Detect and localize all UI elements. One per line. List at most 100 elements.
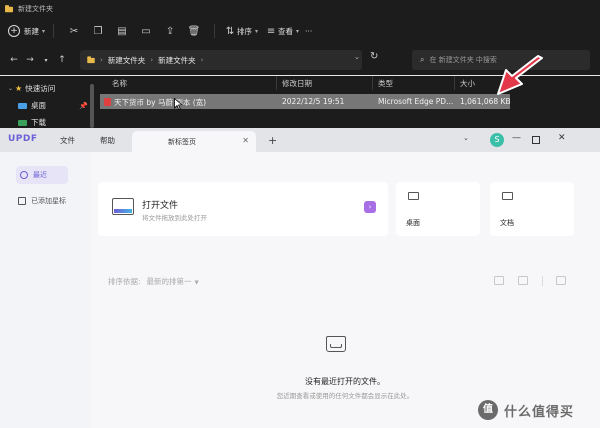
sidebar-item-label: 桌面 [31,101,46,110]
new-tab-plus-icon[interactable]: + [268,134,277,147]
updf-tabbar: UPDF 文件 帮助 新标签页 ✕ + ⌄ S — ✕ [0,128,600,152]
documents-card[interactable]: 文档 [490,182,574,236]
trash-icon[interactable] [556,276,566,285]
open-folder-icon [112,198,134,215]
open-file-card[interactable]: 打开文件 将文件拖放到此处打开 › [98,182,388,236]
chevron-down-icon: ⌄ [8,85,14,92]
clock-icon [20,171,28,179]
back-arrow-icon[interactable]: ← [6,55,22,65]
forward-arrow-icon[interactable]: → [22,55,38,65]
star-icon: ★ [15,84,23,93]
paste-icon[interactable]: ▤ [110,26,134,37]
nav-item-label: 最近 [33,171,47,179]
red-arrow-annotation-icon [497,55,543,95]
breadcrumb-separator: › [150,56,154,64]
breadcrumb-item[interactable]: 新建文件夹 [108,55,146,66]
column-header-modified[interactable]: 修改日期 [282,78,312,89]
close-icon[interactable]: ✕ [242,136,249,145]
list-view-icon[interactable] [494,276,504,285]
delete-icon[interactable]: 🗑 [182,26,206,37]
avatar[interactable]: S [490,133,504,147]
search-placeholder: 在 新建文件夹 中搜索 [429,56,497,64]
explorer-window-title: 新建文件夹 [18,5,53,13]
toolbar-divider [542,276,543,286]
maximize-icon[interactable] [532,136,540,144]
address-bar[interactable]: › 新建文件夹 › 新建文件夹 › [80,50,362,70]
tab-new[interactable]: 新标签页 ✕ [132,131,256,152]
desktop-card[interactable]: 桌面 [396,182,480,236]
menu-file[interactable]: 文件 [60,135,75,146]
cut-icon[interactable]: ✂ [62,26,86,37]
empty-state-subtitle: 您近期查看或使用的任何文件都会显示在此处。 [276,392,414,400]
sidebar-scrollbar[interactable] [90,84,94,128]
refresh-icon[interactable]: ↻ [370,51,378,62]
star-icon [18,197,26,205]
breadcrumb-separator: › [200,56,204,64]
nav-item-starred[interactable]: 已添加星标 [14,192,70,210]
column-divider[interactable] [454,76,455,90]
copy-icon[interactable]: ❐ [86,26,110,37]
open-file-arrow-button[interactable]: › [364,201,376,213]
chevron-down-icon: ▼ [194,280,199,286]
sort-control[interactable]: 排序依据: 最新的排第一 ▼ [108,276,199,287]
toolbar-divider [53,24,55,38]
watermark: 值 什么值得买 [478,400,574,420]
toolbar-divider [214,24,216,38]
desktop-icon [18,102,27,109]
nav-item-recent[interactable]: 最近 [16,166,68,184]
file-name-cell: 天下货币 by 马蔚 剧本 (宽) [104,97,206,108]
file-name: 天下货币 by 马蔚 剧本 (宽) [114,98,207,107]
sort-button[interactable]: ⇅ 排序 ▾ [223,20,258,42]
column-divider[interactable] [372,76,373,90]
watermark-logo: 值 [478,400,498,420]
minimize-icon[interactable]: — [512,133,521,143]
folder-icon [87,55,95,63]
explorer-titlebar: 新建文件夹 [0,0,600,18]
sidebar-item-label: 下载 [31,118,46,127]
address-dropdown-icon[interactable]: ⌄ [354,53,360,61]
menu-help[interactable]: 帮助 [100,135,115,146]
rename-icon[interactable]: ▭ [134,26,158,37]
nav-item-label: 已添加星标 [31,197,66,205]
explorer-toolbar: + 新建 ▾ ✂ ❐ ▤ ▭ ⇪ 🗑 ⇅ 排序 ▾ ≡ 查看 ▾ ··· [0,20,600,42]
breadcrumb-item[interactable]: 新建文件夹 [158,55,196,66]
sidebar-item-desktop[interactable]: 桌面 📌 [0,97,96,114]
share-icon[interactable]: ⇪ [158,26,182,37]
breadcrumb-separator: › [100,56,103,64]
search-icon: ⌕ [420,55,425,64]
view-button[interactable]: ≡ 查看 ▾ [264,20,299,42]
sort-icon: ⇅ [225,25,235,37]
view-button-label: 查看 [278,26,294,36]
column-header-size[interactable]: 大小 [460,78,475,89]
close-window-icon[interactable]: ✕ [558,133,566,143]
table-row[interactable]: 天下货币 by 马蔚 剧本 (宽) 2022/12/5 19:51 Micros… [100,94,511,109]
file-modified-cell: 2022/12/5 19:51 [282,97,345,106]
updf-logo: UPDF [8,134,38,144]
tab-label: 新标签页 [168,138,196,146]
empty-state-title: 没有最近打开的文件。 [305,377,385,386]
pin-icon: 📌 [79,101,88,110]
up-arrow-icon[interactable]: ↑ [54,55,70,65]
sort-value: 最新的排第一 [146,277,192,286]
new-button[interactable]: + 新建 ▾ [8,20,45,42]
plus-icon: + [8,25,20,37]
sidebar-item-quick-access[interactable]: ⌄ ★ 快速访问 [0,80,96,97]
chevron-down-icon: ▾ [42,27,46,35]
grid-view-icon[interactable] [518,276,528,285]
column-header-name[interactable]: 名称 [112,78,127,89]
updf-left-nav: 最近 已添加星标 [0,152,90,428]
watermark-text: 什么值得买 [504,404,575,420]
sidebar-item-label: 快速访问 [25,84,56,93]
inbox-tray-icon [326,336,346,352]
history-chevron-icon[interactable]: ▾ [38,57,54,64]
column-divider[interactable] [276,76,277,90]
mouse-cursor-icon [174,98,183,110]
folder-icon [5,4,13,12]
column-header-type[interactable]: 类型 [378,78,393,89]
monitor-icon [408,192,419,200]
file-type-cell: Microsoft Edge PD... [378,97,454,106]
chevron-down-icon[interactable]: ⌄ [463,134,469,142]
updf-window: UPDF 文件 帮助 新标签页 ✕ + ⌄ S — ✕ 最近 已添加星标 打开文… [0,128,600,428]
more-button[interactable]: ··· [305,20,312,42]
documents-card-label: 文档 [500,219,514,227]
